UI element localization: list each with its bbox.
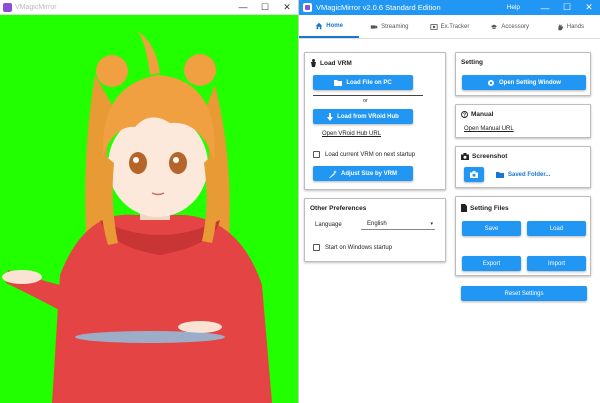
language-select[interactable]: English ▾ [361, 218, 435, 230]
tab-hands-label: Hands [566, 23, 585, 30]
tab-ex-tracker-label: Ex.Tracker [440, 23, 470, 30]
viewer-window-title: VMagicMirror [15, 3, 57, 11]
open-vroid-hub-url-link[interactable]: Open VRoid Hub URL [322, 131, 381, 137]
load-vroid-hub-label: Load from VRoid Hub [337, 113, 399, 120]
avatar-hair-bun-left [96, 55, 128, 87]
load-vrm-title-text: Load VRM [320, 59, 352, 67]
close-button[interactable]: ✕ [276, 0, 298, 15]
screenshot-title-text: Screenshot [472, 153, 508, 160]
tab-ex-tracker[interactable]: Ex.Tracker [419, 15, 479, 38]
avatar-eye-right [169, 152, 187, 174]
maximize-button[interactable]: ☐ [556, 0, 578, 15]
open-manual-url-link[interactable]: Open Manual URL [464, 126, 514, 132]
load-on-startup-checkbox[interactable] [313, 151, 320, 158]
take-screenshot-button[interactable] [464, 167, 484, 182]
avatar-eye-left [129, 152, 147, 174]
maximize-button[interactable]: ☐ [254, 0, 276, 15]
setting-panel: Setting Open Setting Window [455, 52, 591, 96]
divider [313, 95, 423, 96]
saved-folder-button[interactable]: Saved Folder... [496, 171, 550, 178]
load-file-label: Load File on PC [346, 79, 392, 86]
accessory-icon [491, 24, 498, 29]
camera-icon [461, 153, 469, 160]
tab-accessory[interactable]: Accessory [480, 15, 540, 38]
start-on-windows-row[interactable]: Start on Windows startup [313, 244, 392, 251]
manual-panel: ? Manual Open Manual URL [455, 104, 591, 138]
control-panel-window: VMagicMirror v2.0.6 Standard Edition Hel… [298, 0, 600, 403]
load-vrm-panel: Load VRM Load File on PC or Load from VR… [304, 52, 446, 190]
tab-home[interactable]: Home [299, 15, 360, 38]
language-label: Language [315, 222, 342, 228]
tab-accessory-label: Accessory [501, 23, 530, 30]
reset-settings-button[interactable]: Reset Settings [461, 286, 587, 301]
magic-wand-icon [328, 169, 337, 178]
setting-files-panel: Setting Files Save Load Export Import [455, 196, 591, 276]
control-titlebar: VMagicMirror v2.0.6 Standard Edition Hel… [299, 0, 600, 15]
load-vrm-title: Load VRM [310, 59, 352, 67]
folder-icon [334, 80, 343, 86]
app-icon [303, 3, 312, 12]
setting-title: Setting [461, 59, 484, 66]
folder-icon [496, 172, 504, 178]
other-preferences-title: Other Preferences [310, 205, 367, 212]
load-on-startup-row[interactable]: Load current VRM on next startup [313, 151, 415, 158]
viewer-titlebar: VMagicMirror — ☐ ✕ [0, 0, 298, 15]
tab-home-label: Home [326, 22, 343, 29]
chevron-down-icon: ▾ [430, 220, 433, 227]
minimize-button[interactable]: — [232, 0, 254, 15]
help-menu[interactable]: Help [507, 4, 520, 11]
person-icon [311, 59, 316, 67]
ex-tracker-icon [430, 23, 438, 30]
avatar-viewer-window: VMagicMirror — ☐ ✕ [0, 0, 298, 403]
tab-streaming-label: Streaming [381, 23, 409, 30]
svg-text:?: ? [463, 113, 466, 119]
load-file-button[interactable]: Load File on PC [313, 75, 413, 90]
app-icon [3, 2, 12, 12]
help-circle-icon: ? [461, 111, 468, 118]
start-on-windows-label: Start on Windows startup [325, 244, 393, 251]
screenshot-title: Screenshot [461, 153, 507, 160]
manual-title: ? Manual [461, 111, 493, 118]
minimize-button[interactable]: — [534, 0, 556, 15]
camera-icon [470, 171, 478, 178]
hand-icon [558, 24, 563, 30]
keyboard-effect [75, 331, 225, 343]
vrm-avatar-render [2, 30, 272, 403]
home-icon [316, 22, 323, 29]
video-camera-icon [370, 24, 378, 29]
setting-files-title-text: Setting Files [470, 204, 509, 212]
saved-folder-label: Saved Folder... [508, 171, 551, 178]
other-preferences-panel: Other Preferences Language English ▾ Sta… [304, 198, 446, 262]
avatar-right-hand [178, 321, 222, 333]
screenshot-panel: Screenshot Saved Folder... [455, 146, 591, 188]
save-settings-button[interactable]: Save [462, 221, 521, 236]
avatar-left-hand [2, 270, 42, 284]
adjust-size-button[interactable]: Adjust Size by VRM [313, 166, 413, 181]
tab-streaming[interactable]: Streaming [359, 15, 419, 38]
load-settings-button[interactable]: Load [527, 221, 586, 236]
import-settings-button[interactable]: Import [527, 256, 586, 271]
open-setting-window-button[interactable]: Open Setting Window [462, 75, 586, 90]
close-button[interactable]: ✕ [578, 0, 600, 15]
control-window-title: VMagicMirror v2.0.6 Standard Edition [316, 3, 441, 12]
adjust-size-label: Adjust Size by VRM [340, 170, 397, 177]
tab-bar: Home Streaming Ex.Tracker Accessory Hand… [299, 15, 600, 39]
gear-icon [488, 79, 495, 86]
load-vroid-hub-button[interactable]: Load from VRoid Hub [313, 109, 413, 124]
avatar-ahoge [135, 30, 160, 75]
export-settings-button[interactable]: Export [462, 256, 521, 271]
avatar-hair-bun-right [184, 54, 216, 86]
start-on-windows-checkbox[interactable] [313, 244, 320, 251]
tab-hands[interactable]: Hands [540, 15, 600, 38]
load-on-startup-label: Load current VRM on next startup [325, 151, 416, 158]
file-icon [461, 204, 467, 212]
or-text: or [363, 98, 368, 104]
manual-title-text: Manual [471, 111, 494, 118]
setting-files-title: Setting Files [461, 204, 509, 212]
language-selected-value: English [367, 220, 387, 227]
download-icon [327, 112, 334, 121]
open-setting-window-label: Open Setting Window [499, 79, 561, 86]
